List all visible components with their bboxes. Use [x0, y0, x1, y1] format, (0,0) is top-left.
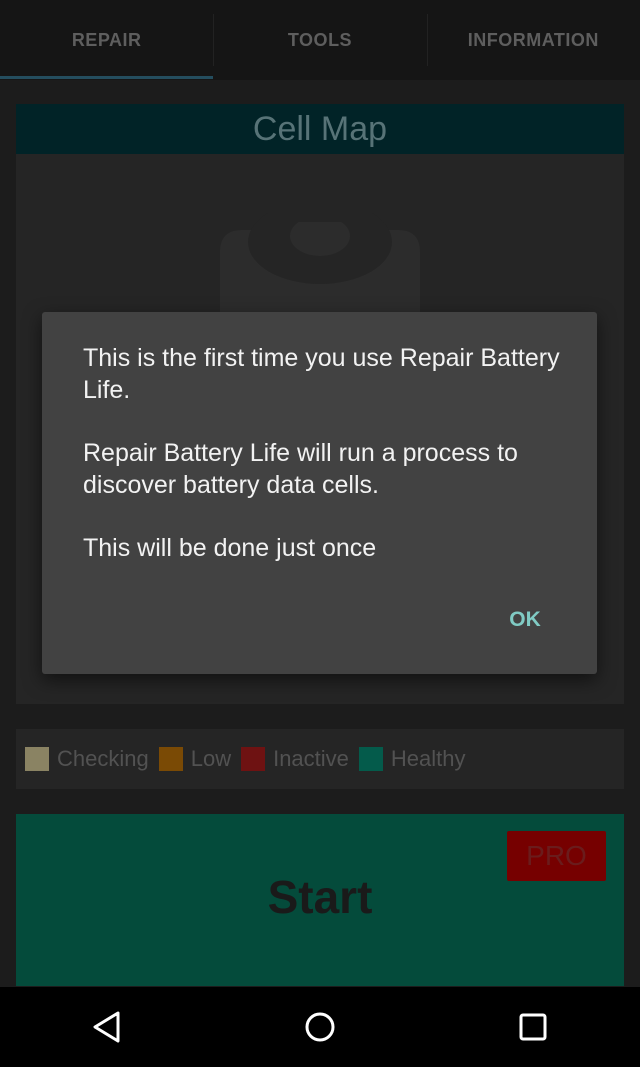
legend-label: Low: [190, 746, 232, 771]
recents-button[interactable]: [493, 987, 573, 1067]
dialog-line-2: Repair Battery Life will run a process t…: [83, 439, 518, 499]
legend-item-checking: Checking: [25, 746, 149, 772]
active-tab-indicator: [0, 76, 213, 79]
tab-repair-label: REPAIR: [71, 29, 142, 50]
legend-item-healthy: Healthy: [358, 746, 466, 772]
dialog-message: This is the first time you use Repair Ba…: [83, 342, 563, 595]
inactive-swatch: [241, 747, 266, 771]
recents-square-icon: [519, 1013, 547, 1041]
tab-tools[interactable]: TOOLS: [213, 0, 426, 80]
cell-map-title: Cell Map: [16, 104, 624, 154]
ok-button[interactable]: OK: [490, 598, 560, 642]
back-button[interactable]: [67, 987, 147, 1067]
tab-information[interactable]: INFORMATION: [426, 0, 640, 80]
checking-swatch: [25, 747, 49, 771]
tab-information-label: INFORMATION: [467, 29, 599, 50]
dialog-line-3: This will be done just once: [83, 534, 377, 562]
legend-label: Checking: [57, 746, 149, 771]
healthy-swatch: [358, 747, 383, 771]
tab-tools-label: TOOLS: [287, 29, 353, 50]
start-button[interactable]: PRO Start: [16, 814, 624, 986]
start-label: Start: [267, 871, 373, 923]
low-swatch: [158, 747, 183, 771]
tab-repair[interactable]: REPAIR: [0, 0, 213, 80]
legend-item-low: Low: [158, 746, 232, 772]
legend-label: Healthy: [390, 746, 466, 771]
first-run-dialog: This is the first time you use Repair Ba…: [42, 312, 597, 674]
dialog-line-1: This is the first time you use Repair Ba…: [83, 344, 560, 404]
tab-bar: REPAIR TOOLS INFORMATION: [0, 0, 640, 80]
home-circle-icon: [305, 1012, 335, 1042]
legend: Checking Low Inactive Healthy: [16, 729, 624, 789]
system-nav-bar: [0, 987, 640, 1067]
home-button[interactable]: [280, 987, 360, 1067]
legend-item-inactive: Inactive: [241, 746, 349, 772]
legend-label: Inactive: [273, 746, 349, 771]
back-triangle-icon: [93, 1011, 120, 1043]
